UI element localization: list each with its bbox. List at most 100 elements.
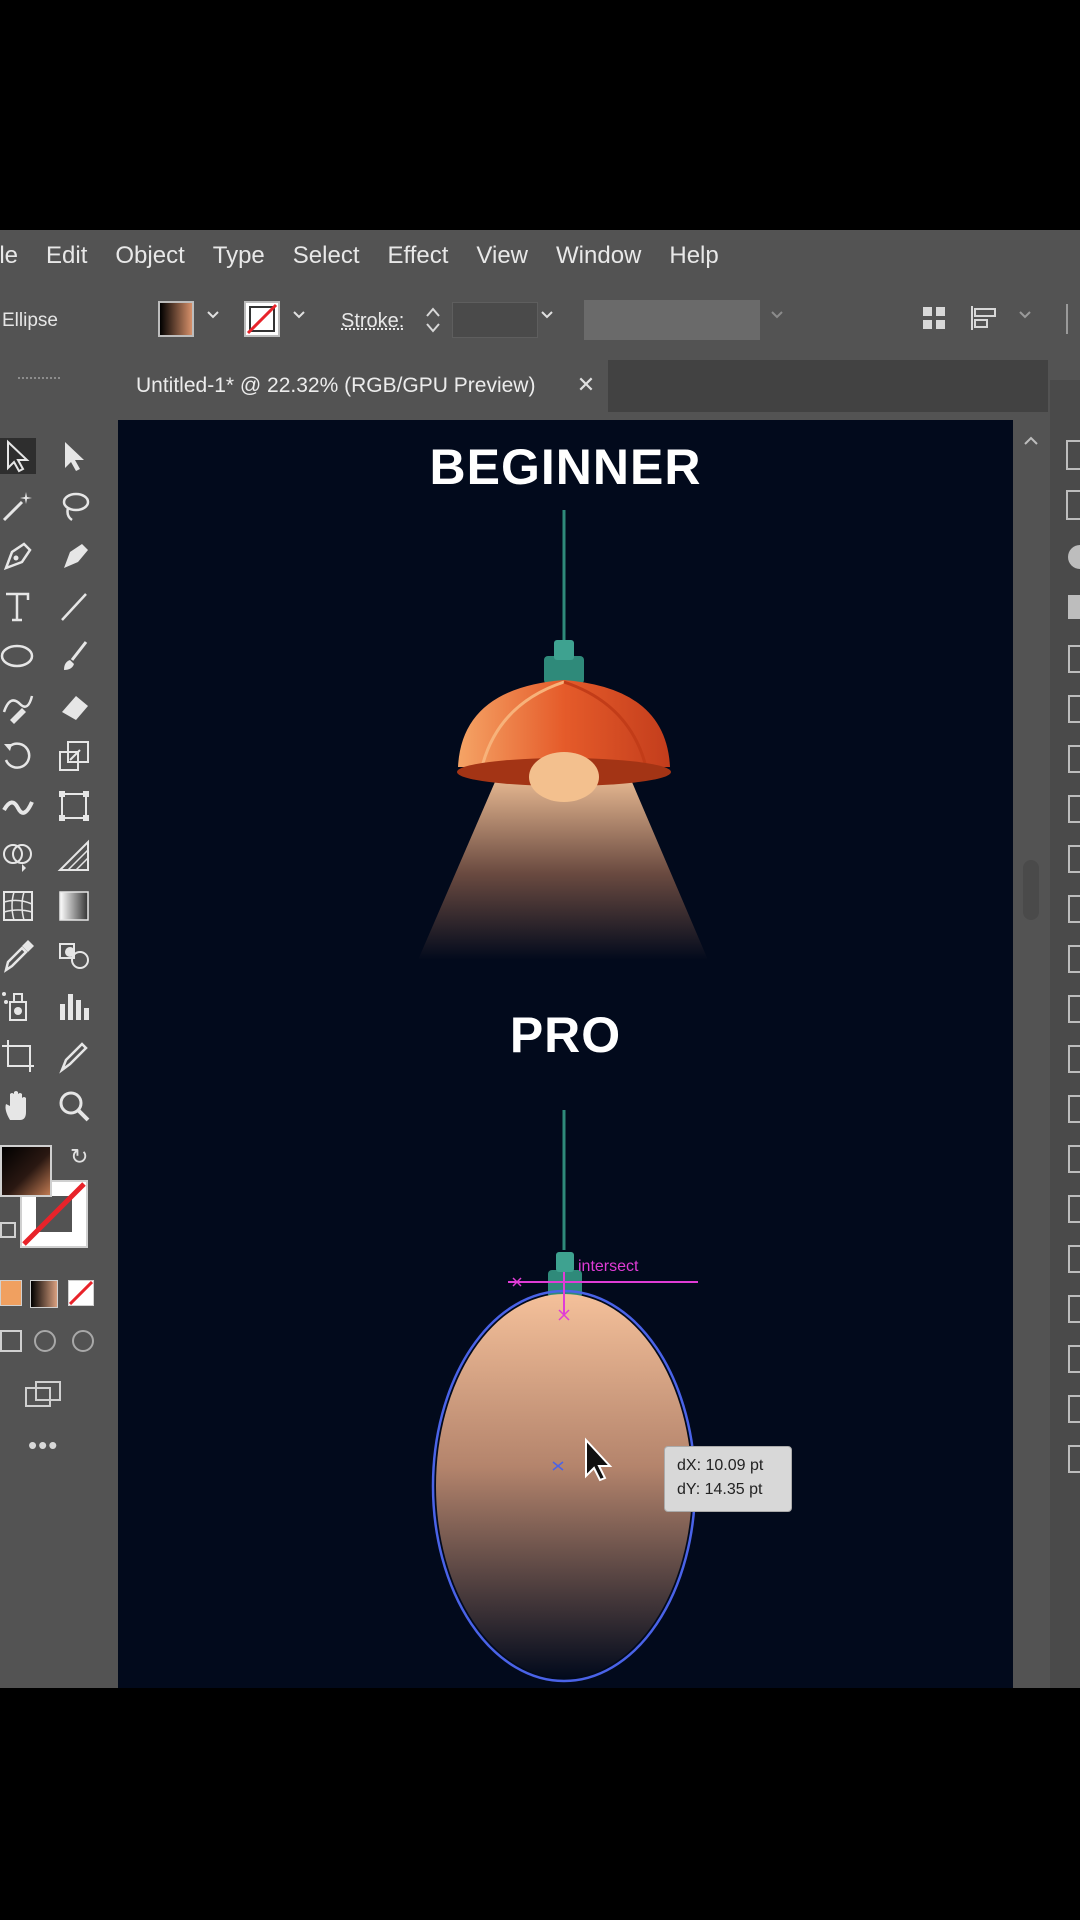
panel-icon-paragraph[interactable] (1068, 1195, 1080, 1223)
paintbrush-tool-icon[interactable] (56, 638, 92, 674)
menu-select[interactable]: Select (279, 242, 374, 270)
default-colors-icon[interactable] (0, 1222, 16, 1238)
scale-tool-icon[interactable] (56, 738, 92, 774)
gradient-ellipse[interactable] (436, 1294, 692, 1678)
variable-width-field[interactable] (584, 300, 760, 340)
smart-guide-label: intersect (578, 1258, 639, 1275)
direct-selection-tool-icon[interactable] (56, 438, 92, 474)
panel-icon-character[interactable] (1068, 1145, 1080, 1173)
delta-y-readout: dY: 14.35 pt (677, 1481, 763, 1498)
align-chevron-icon[interactable] (1018, 308, 1032, 322)
panel-icon-transform[interactable] (1068, 1095, 1080, 1123)
scroll-up-icon[interactable] (1015, 426, 1047, 456)
fill-swatch[interactable] (158, 301, 194, 337)
arrange-grid-icon[interactable] (920, 304, 948, 332)
selection-type-label: Ellipse (2, 310, 58, 331)
symbol-sprayer-tool-icon[interactable] (0, 988, 36, 1024)
panel-icon-pathfinder[interactable] (1068, 1045, 1080, 1073)
rotate-tool-icon[interactable] (0, 738, 36, 774)
fill-dropdown-chevron-icon[interactable] (206, 308, 220, 322)
ellipse-tool-icon[interactable] (0, 638, 36, 674)
lasso-tool-icon[interactable] (56, 488, 92, 524)
draw-normal-icon[interactable] (0, 1330, 22, 1352)
menu-type[interactable]: Type (199, 242, 279, 270)
scrollbar-thumb[interactable] (1023, 860, 1039, 920)
menu-file[interactable]: ile (0, 242, 32, 270)
panel-icon-graphic-styles[interactable] (1068, 945, 1080, 973)
mesh-tool-icon[interactable] (0, 888, 36, 924)
panel-icon-properties[interactable] (1066, 440, 1080, 470)
stroke-swatch[interactable] (244, 301, 280, 337)
eyedropper-tool-icon[interactable] (0, 938, 36, 974)
panel-icon-appearance[interactable] (1068, 895, 1080, 923)
variable-width-chevron-icon[interactable] (770, 308, 784, 322)
width-tool-icon[interactable] (0, 788, 36, 824)
tools-panel: ↻ ••• (0, 377, 104, 1680)
stroke-weight-input[interactable] (452, 302, 538, 338)
illustrator-window: ile Edit Object Type Select Effect View … (0, 230, 1080, 1688)
stroke-label[interactable]: Stroke: (341, 310, 404, 333)
free-transform-tool-icon[interactable] (56, 788, 92, 824)
draw-behind-icon[interactable] (34, 1330, 56, 1352)
panel-icon-brushes[interactable] (1068, 645, 1080, 673)
hand-tool-icon[interactable] (0, 1088, 36, 1124)
shaper-tool-icon[interactable] (0, 688, 36, 724)
perspective-grid-tool-icon[interactable] (56, 838, 92, 874)
menu-view[interactable]: View (462, 242, 542, 270)
panel-icon-navigator[interactable] (1068, 1445, 1080, 1473)
menu-window[interactable]: Window (542, 242, 655, 270)
panel-icon-asset-export[interactable] (1068, 1345, 1080, 1373)
panel-icon-color[interactable] (1068, 545, 1080, 569)
eraser-tool-icon[interactable] (56, 688, 92, 724)
document-tab-title: Untitled-1* @ 22.32% (RGB/GPU Preview) (136, 374, 536, 397)
color-mode-none-button[interactable] (68, 1280, 94, 1306)
menu-effect[interactable]: Effect (373, 242, 462, 270)
pro-lamp (431, 1110, 698, 1683)
shape-builder-tool-icon[interactable] (0, 838, 36, 874)
panel-icon-stroke[interactable] (1068, 745, 1080, 773)
zoom-tool-icon[interactable] (56, 1088, 92, 1124)
panel-icon-links[interactable] (1068, 1245, 1080, 1273)
screen-mode-icon[interactable] (24, 1380, 62, 1408)
document-tab[interactable]: Untitled-1* @ 22.32% (RGB/GPU Preview) ✕ (118, 360, 608, 412)
panel-icon-libraries[interactable] (1068, 1395, 1080, 1423)
panel-icon-transparency[interactable] (1068, 845, 1080, 873)
artboard-canvas[interactable]: BEGINNER PRO intersect (118, 420, 1013, 1688)
curvature-tool-icon[interactable] (56, 538, 92, 574)
slice-tool-icon[interactable] (56, 1038, 92, 1074)
pen-tool-icon[interactable] (0, 538, 36, 574)
blend-tool-icon[interactable] (56, 938, 92, 974)
vertical-scrollbar[interactable] (1015, 420, 1047, 1688)
gradient-tool-icon[interactable] (56, 888, 92, 924)
draw-inside-icon[interactable] (72, 1330, 94, 1352)
panel-icon-layers[interactable] (1066, 490, 1080, 520)
panel-icon-symbols[interactable] (1068, 695, 1080, 723)
stroke-weight-chevron-icon[interactable] (540, 308, 554, 322)
selection-tool-icon[interactable] (0, 438, 36, 474)
panel-grip[interactable] (18, 377, 60, 385)
edit-toolbar-more-icon[interactable]: ••• (28, 1430, 58, 1461)
stroke-dropdown-chevron-icon[interactable] (292, 308, 306, 322)
menu-object[interactable]: Object (101, 242, 198, 270)
menu-edit[interactable]: Edit (32, 242, 101, 270)
artboard-tool-icon[interactable] (0, 1038, 36, 1074)
stroke-stepper-icon[interactable] (422, 302, 444, 338)
panel-icon-gradient[interactable] (1068, 795, 1080, 823)
close-icon[interactable]: ✕ (574, 373, 598, 397)
column-graph-tool-icon[interactable] (56, 988, 92, 1024)
menu-help[interactable]: Help (655, 242, 732, 270)
control-bar: Ellipse Stroke: (0, 290, 1080, 352)
magic-wand-tool-icon[interactable] (0, 488, 36, 524)
type-tool-icon[interactable] (0, 588, 36, 624)
line-tool-icon[interactable] (56, 588, 92, 624)
swap-fill-stroke-icon[interactable]: ↻ (70, 1144, 88, 1170)
beginner-lamp (418, 510, 708, 960)
fill-color-swatch-front[interactable] (0, 1145, 52, 1197)
no-stroke-icon (246, 303, 278, 335)
color-mode-gradient-button[interactable] (30, 1280, 58, 1308)
panel-icon-artboards[interactable] (1068, 1295, 1080, 1323)
panel-icon-align[interactable] (1068, 995, 1080, 1023)
color-mode-solid-button[interactable] (0, 1280, 22, 1306)
panel-icon-swatches[interactable] (1068, 595, 1080, 619)
align-left-icon[interactable] (968, 304, 1002, 332)
